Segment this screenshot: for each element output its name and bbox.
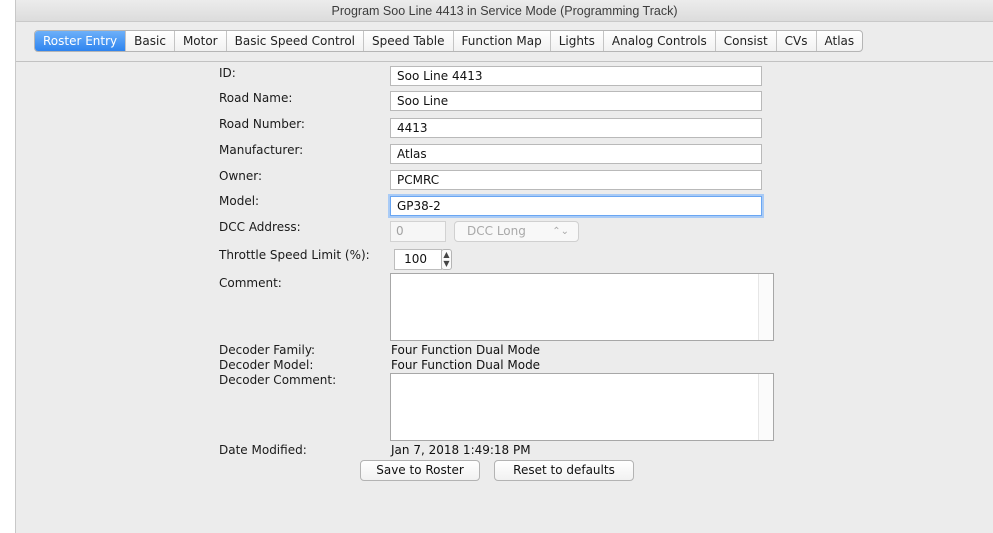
dcc-address-label: DCC Address: xyxy=(219,220,301,234)
decoder-comment-textarea[interactable] xyxy=(390,373,774,441)
stepper-down-icon[interactable]: ▼ xyxy=(442,259,451,268)
road-name-field[interactable]: Soo Line xyxy=(390,91,762,111)
comment-label: Comment: xyxy=(219,276,282,290)
comment-scrollbar[interactable] xyxy=(758,274,773,340)
date-modified-label: Date Modified: xyxy=(219,443,307,457)
reset-to-defaults-button[interactable]: Reset to defaults xyxy=(494,460,634,481)
tab-speed-table[interactable]: Speed Table xyxy=(364,31,454,51)
decoder-comment-scrollbar[interactable] xyxy=(758,374,773,440)
dcc-type-value: DCC Long xyxy=(467,224,526,238)
decoder-comment-label: Decoder Comment: xyxy=(219,373,337,387)
program-window: Program Soo Line 4413 in Service Mode (P… xyxy=(15,0,993,533)
manufacturer-label: Manufacturer: xyxy=(219,143,304,157)
window-title: Program Soo Line 4413 in Service Mode (P… xyxy=(16,0,993,22)
road-number-label: Road Number: xyxy=(219,117,305,131)
tab-basic[interactable]: Basic xyxy=(126,31,175,51)
tab-atlas[interactable]: Atlas xyxy=(817,31,863,51)
model-field[interactable]: GP38-2 xyxy=(390,196,762,216)
tab-roster-entry[interactable]: Roster Entry xyxy=(35,31,127,51)
road-name-label: Road Name: xyxy=(219,91,293,105)
tab-function-map[interactable]: Function Map xyxy=(454,31,551,51)
decoder-family-label: Decoder Family: xyxy=(219,343,316,357)
tab-basic-speed-control[interactable]: Basic Speed Control xyxy=(227,31,365,51)
comment-textarea[interactable] xyxy=(390,273,774,341)
dcc-address-field[interactable]: 0 xyxy=(390,221,446,242)
manufacturer-field[interactable]: Atlas xyxy=(390,144,762,164)
tab-bar: Roster Entry Basic Motor Basic Speed Con… xyxy=(34,30,864,52)
tab-lights[interactable]: Lights xyxy=(551,31,604,51)
id-field[interactable]: Soo Line 4413 xyxy=(390,66,762,86)
model-label: Model: xyxy=(219,194,260,208)
save-to-roster-button[interactable]: Save to Roster xyxy=(360,460,480,481)
id-label: ID: xyxy=(219,66,236,80)
throttle-limit-stepper[interactable]: ▲ ▼ xyxy=(441,249,452,270)
tab-analog-controls[interactable]: Analog Controls xyxy=(604,31,716,51)
date-modified-value: Jan 7, 2018 1:49:18 PM xyxy=(391,443,531,457)
chevron-updown-icon: ⌃⌄ xyxy=(552,226,569,237)
tab-motor[interactable]: Motor xyxy=(175,31,227,51)
owner-field[interactable]: PCMRC xyxy=(390,170,762,190)
stepper-up-icon[interactable]: ▲ xyxy=(442,250,451,259)
dcc-type-select[interactable]: DCC Long ⌃⌄ xyxy=(454,221,579,242)
throttle-limit-label: Throttle Speed Limit (%): xyxy=(219,248,370,262)
decoder-model-label: Decoder Model: xyxy=(219,358,314,372)
throttle-limit-field[interactable]: 100 xyxy=(394,249,442,270)
roster-entry-panel: ID: Soo Line 4413 Road Name: Soo Line Ro… xyxy=(16,61,993,533)
decoder-family-value: Four Function Dual Mode xyxy=(391,343,541,357)
decoder-model-value: Four Function Dual Mode xyxy=(391,358,541,372)
tab-consist[interactable]: Consist xyxy=(716,31,777,51)
tab-cvs[interactable]: CVs xyxy=(777,31,817,51)
road-number-field[interactable]: 4413 xyxy=(390,118,762,138)
owner-label: Owner: xyxy=(219,169,263,183)
